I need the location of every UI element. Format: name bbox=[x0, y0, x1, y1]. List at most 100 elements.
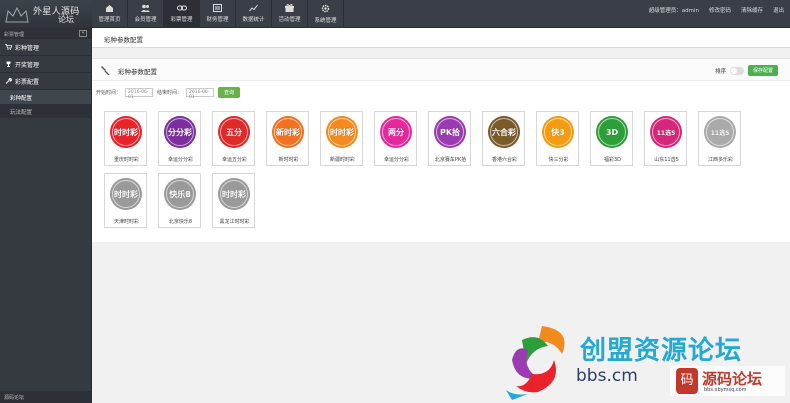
lottery-tile[interactable]: 时时彩 重庆时时彩 bbox=[104, 111, 147, 166]
admin-label: 超级管理员：admin bbox=[648, 8, 699, 14]
date-filter: 开始时间： 2016-06-01 结束时间： 2016-06-01 查询 bbox=[96, 87, 241, 100]
chart-icon bbox=[249, 4, 258, 12]
save-button[interactable]: 保存配置 bbox=[747, 65, 778, 76]
sidebar-sub-play-config[interactable]: 玩法配置 bbox=[0, 104, 91, 118]
lottery-badge-icon: PK拾 bbox=[434, 116, 466, 148]
lottery-tile[interactable]: 时时彩 黑龙江时时彩 bbox=[212, 173, 255, 228]
breadcrumb: 彩种参数配置 bbox=[92, 28, 790, 48]
sidebar-header: 彩票管理 « bbox=[0, 28, 91, 39]
sort-toggle[interactable] bbox=[729, 66, 744, 75]
top-bar: 外星人源码 论坛 管理首页 会员管理 彩票管理 财务管理 数据统计 活动管理 系… bbox=[0, 0, 790, 28]
lottery-name: 江西多乐彩 bbox=[707, 157, 733, 163]
lottery-tile[interactable]: 快乐8 北京快乐8 bbox=[158, 173, 201, 228]
nav-finance[interactable]: 财务管理 bbox=[200, 0, 236, 28]
lottery-badge-icon: 时时彩 bbox=[110, 178, 142, 210]
clear-cache-link[interactable]: 清除缓存 bbox=[741, 6, 763, 14]
lottery-badge-icon: 时时彩 bbox=[110, 116, 142, 148]
lottery-tile[interactable]: 六合彩 香港六合彩 bbox=[482, 111, 525, 166]
gift-icon bbox=[285, 4, 294, 12]
lottery-badge-icon: 11选5 bbox=[704, 116, 736, 148]
lottery-name: 山东11选5 bbox=[654, 157, 679, 163]
lottery-tile[interactable]: 快3 快三分彩 bbox=[536, 111, 579, 166]
users-icon bbox=[141, 4, 150, 12]
lottery-badge-icon: 分分彩 bbox=[164, 116, 196, 148]
lottery-tile[interactable]: PK拾北京赛车PK拾 bbox=[428, 111, 471, 166]
lottery-name: 福彩3D bbox=[603, 157, 622, 163]
crown-icon bbox=[5, 6, 29, 23]
sidebar-collapse-button[interactable]: « bbox=[79, 30, 87, 37]
lottery-badge-icon: 时时彩 bbox=[218, 178, 250, 210]
lottery-tile[interactable]: 分分彩 幸运分分彩 bbox=[158, 111, 201, 166]
lottery-badge-icon: 时时彩 bbox=[326, 116, 358, 148]
sidebar-sub-lottery-config[interactable]: 彩种配置 bbox=[0, 90, 91, 104]
lottery-badge-icon: 两分 bbox=[380, 116, 412, 148]
lottery-tile[interactable]: 五分 幸运五分彩 bbox=[212, 111, 255, 166]
watermark-badge: 码 源码论坛 bbs.xbymsq.com bbox=[670, 366, 785, 396]
nav-members[interactable]: 会员管理 bbox=[128, 0, 164, 28]
change-password-link[interactable]: 修改密码 bbox=[709, 6, 731, 14]
lottery-tile[interactable]: 3D 福彩3D bbox=[590, 111, 633, 166]
lottery-tile[interactable]: 时时彩 新疆时时彩 bbox=[320, 111, 363, 166]
home-icon bbox=[106, 5, 113, 12]
start-label: 开始时间： bbox=[96, 90, 122, 96]
lottery-name: 重庆时时彩 bbox=[113, 157, 139, 163]
lottery-name: 幸运分分彩 bbox=[383, 157, 409, 163]
nav-stats[interactable]: 数据统计 bbox=[236, 0, 272, 28]
nav-activity[interactable]: 活动管理 bbox=[272, 0, 308, 28]
nav-label: 管理首页 bbox=[98, 17, 121, 23]
lottery-badge-icon: 五分 bbox=[218, 116, 250, 148]
sidebar-item-label: 彩票配置 bbox=[15, 78, 40, 86]
lottery-tile[interactable]: 11选5 山东11选5 bbox=[644, 111, 687, 166]
lottery-name: 幸运五分彩 bbox=[221, 157, 247, 163]
start-date-input[interactable]: 2016-06-01 bbox=[125, 88, 154, 100]
sidebar-item-label: 彩种管理 bbox=[15, 44, 40, 52]
sidebar-item-draw[interactable]: 开奖管理 bbox=[0, 56, 91, 73]
lottery-tile[interactable]: 两分 幸运分分彩 bbox=[374, 111, 417, 166]
lottery-name: 香港六合彩 bbox=[491, 157, 517, 163]
hammer-icon bbox=[101, 66, 110, 75]
sort-label: 排序 bbox=[714, 68, 726, 75]
sidebar-item-label: 开奖管理 bbox=[15, 61, 40, 69]
sidebar: 彩票管理 « 彩种管理 开奖管理 彩票配置 彩种配置 玩法配置 源码论坛 bbox=[0, 28, 92, 403]
logout-link[interactable]: 退出 bbox=[773, 6, 784, 14]
end-date-input[interactable]: 2016-06-01 bbox=[186, 88, 215, 100]
gear-icon bbox=[321, 4, 330, 13]
lottery-tile[interactable]: 时时彩 天津时时彩 bbox=[104, 173, 147, 228]
lottery-name: 黑龙江时时彩 bbox=[219, 219, 250, 225]
nav-system[interactable]: 系统管理 bbox=[308, 0, 344, 28]
lottery-tile[interactable]: 11选5 江西多乐彩 bbox=[698, 111, 741, 166]
config-panel: 彩种参数配置 排序 保存配置 开始时间： 2016-06-01 结束时间： 20… bbox=[92, 58, 790, 242]
nav-lottery[interactable]: 彩票管理 bbox=[164, 0, 200, 28]
site-logo[interactable]: 外星人源码 论坛 bbox=[0, 0, 92, 28]
nav-home[interactable]: 管理首页 bbox=[92, 0, 128, 28]
lottery-name: 新时时彩 bbox=[278, 157, 299, 163]
nav-label: 会员管理 bbox=[134, 17, 157, 23]
lottery-badge-icon: 六合彩 bbox=[488, 116, 520, 148]
watermark: 创盟资源论坛 bbs.cm 码 源码论坛 bbs.xbymsq.com bbox=[500, 318, 790, 403]
link-icon bbox=[176, 5, 187, 11]
logo-line2: 论坛 bbox=[58, 15, 74, 24]
watermark-title: 创盟资源论坛 bbox=[580, 336, 743, 366]
end-label: 结束时间： bbox=[157, 90, 183, 96]
lottery-name: 快三分彩 bbox=[548, 157, 569, 163]
nav-label: 彩票管理 bbox=[170, 17, 193, 23]
main-nav: 管理首页 会员管理 彩票管理 财务管理 数据统计 活动管理 系统管理 bbox=[92, 0, 344, 28]
lottery-name: 北京快乐8 bbox=[168, 219, 193, 225]
watermark-url: bbs.cm bbox=[576, 366, 638, 386]
lottery-name: 北京赛车PK拾 bbox=[434, 157, 467, 163]
watermark-logo-icon bbox=[506, 326, 565, 400]
lottery-badge-icon: 3D bbox=[596, 116, 628, 148]
lottery-grid: 时时彩 重庆时时彩 分分彩 幸运分分彩 五分 幸运五分彩 新时彩 新时时彩 时时彩 新疆时时彩 两分… bbox=[104, 111, 754, 228]
query-button[interactable]: 查询 bbox=[218, 87, 241, 98]
sidebar-footer: 源码论坛 bbox=[0, 391, 92, 403]
panel-actions: 排序 保存配置 bbox=[715, 65, 778, 76]
sidebar-header-label: 彩票管理 bbox=[4, 32, 25, 38]
lottery-tile[interactable]: 新时彩 新时时彩 bbox=[266, 111, 309, 166]
lottery-name: 幸运分分彩 bbox=[167, 157, 193, 163]
sidebar-item-config[interactable]: 彩票配置 bbox=[0, 73, 91, 90]
sidebar-item-lottery-types[interactable]: 彩种管理 bbox=[0, 39, 91, 56]
cart-icon bbox=[5, 44, 12, 50]
wrench-icon bbox=[5, 78, 12, 84]
badge-sub: bbs.xbymsq.com bbox=[704, 387, 747, 393]
lottery-badge-icon: 11选5 bbox=[650, 116, 682, 148]
